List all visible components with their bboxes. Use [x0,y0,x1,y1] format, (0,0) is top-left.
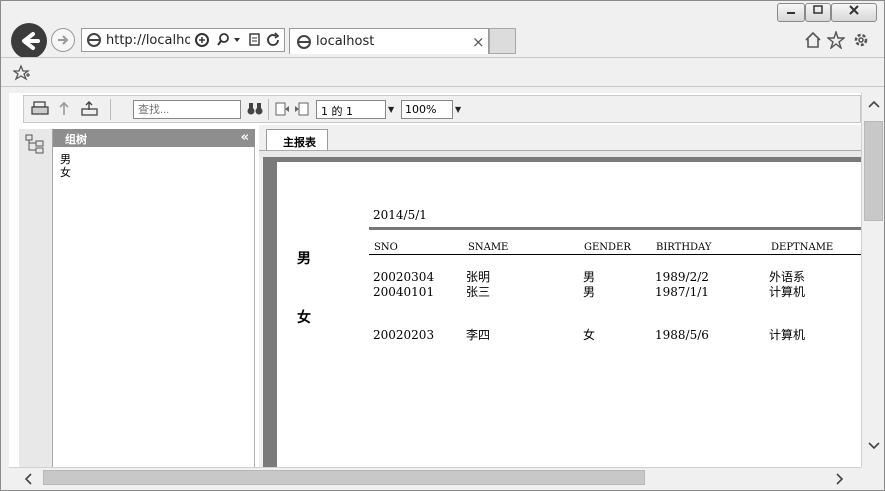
report-toolbar: 1 的 1 ▼ 100% ▼ [23,95,861,123]
report-page: 2014/5/1 SNO SNAME GENDER BIRTHDAY DEPTN… [277,162,861,467]
close-window-button[interactable] [831,3,877,22]
prev-page-icon[interactable] [294,101,312,117]
add-favorites-icon[interactable] [13,64,31,82]
refresh-icon[interactable] [266,32,282,48]
zoom-dropdown-arrow[interactable]: ▼ [455,105,461,114]
scroll-right-icon[interactable] [835,472,845,486]
report-date: 2014/5/1 [373,208,427,222]
group-tree-header: 组树 « [53,129,255,147]
favorites-bar [1,57,884,87]
column-header: SNO [374,242,398,253]
maximize-icon [813,5,823,14]
cell-birthday: 1988/5/6 [655,328,709,342]
group-tree-panel: 组树 « 男 女 [53,129,255,467]
column-header: DEPTNAME [771,242,834,253]
new-tab-button[interactable] [489,28,516,54]
minimize-icon [787,12,795,14]
forward-icon [58,35,69,45]
tree-icon[interactable] [24,133,46,155]
horizontal-scrollbar[interactable] [9,467,861,487]
group-tree-title: 组树 [65,133,87,146]
ie-page-icon [297,35,311,49]
star-icon[interactable] [827,31,845,49]
tab-title: localhost [316,34,375,49]
forward-button[interactable] [51,28,75,52]
cell-sno: 20020304 [373,270,435,284]
browser-tab[interactable]: localhost × [289,28,489,54]
export-icon[interactable] [80,100,100,118]
cell-gender: 女 [583,328,596,342]
cell-deptname: 计算机 [769,285,806,299]
search-dropdown-icon[interactable] [217,32,243,48]
tab-main-report[interactable]: 主报表 [266,129,328,150]
cell-sname: 张三 [466,285,491,299]
cell-birthday: 1987/1/1 [655,285,709,299]
column-header: GENDER [584,242,631,253]
scroll-down-icon[interactable] [867,441,881,451]
scroll-left-icon[interactable] [23,472,33,486]
first-page-icon[interactable] [274,101,290,117]
column-header: BIRTHDAY [656,242,712,253]
page-content: 1 的 1 ▼ 100% ▼ 组树 « 男 女 主报表 2014/5/1 [9,93,861,467]
group-label: 女 [297,310,311,326]
group-tree-toggle-strip [19,129,53,467]
scroll-up-icon[interactable] [867,99,881,109]
browser-window: http://localhos localhost × 1 的 1 [0,0,885,491]
minimize-button[interactable] [777,3,805,22]
printer-icon[interactable] [30,100,50,118]
page-number-field[interactable]: 1 的 1 [316,100,386,119]
header-rule [369,227,861,230]
header-underline [369,254,861,255]
cell-deptname: 计算机 [769,328,806,342]
vertical-scrollbar[interactable] [861,93,884,467]
ie-page-icon [87,33,101,47]
cell-birthday: 1989/2/2 [655,270,709,284]
home-icon[interactable] [804,31,822,49]
back-button[interactable] [11,23,47,59]
collapse-panel-button[interactable]: « [241,130,249,145]
cell-sno: 20020203 [373,328,435,342]
page-icon[interactable] [248,32,262,48]
vertical-scroll-thumb[interactable] [864,121,883,221]
report-frame: 2014/5/1 SNO SNAME GENDER BIRTHDAY DEPTN… [263,157,861,467]
binoculars-icon[interactable] [246,101,264,117]
zoom-field[interactable]: 100% [401,100,453,119]
maximize-button[interactable] [805,3,831,22]
address-bar[interactable]: http://localhos [81,28,285,52]
cell-sname: 李四 [466,328,491,342]
tab-close-button[interactable]: × [472,33,485,51]
compat-view-icon[interactable] [194,32,210,48]
report-area: 主报表 2014/5/1 SNO SNAME GENDER BIRTHDAY D… [259,125,861,467]
search-input[interactable] [133,100,241,119]
gear-icon[interactable] [852,31,870,49]
cell-sno: 20040101 [373,285,435,299]
group-tree-item[interactable]: 女 [60,164,71,180]
close-icon [849,5,859,15]
cell-gender: 男 [583,285,596,299]
group-label: 男 [297,251,311,267]
horizontal-scroll-thumb[interactable] [43,470,645,485]
column-header: SNAME [468,242,509,253]
back-icon [22,32,40,50]
toolbar-divider [110,99,111,120]
page-dropdown-arrow[interactable]: ▼ [388,105,394,114]
toolbar-divider [268,99,269,120]
address-url: http://localhos [106,33,190,48]
up-icon[interactable] [56,100,72,118]
